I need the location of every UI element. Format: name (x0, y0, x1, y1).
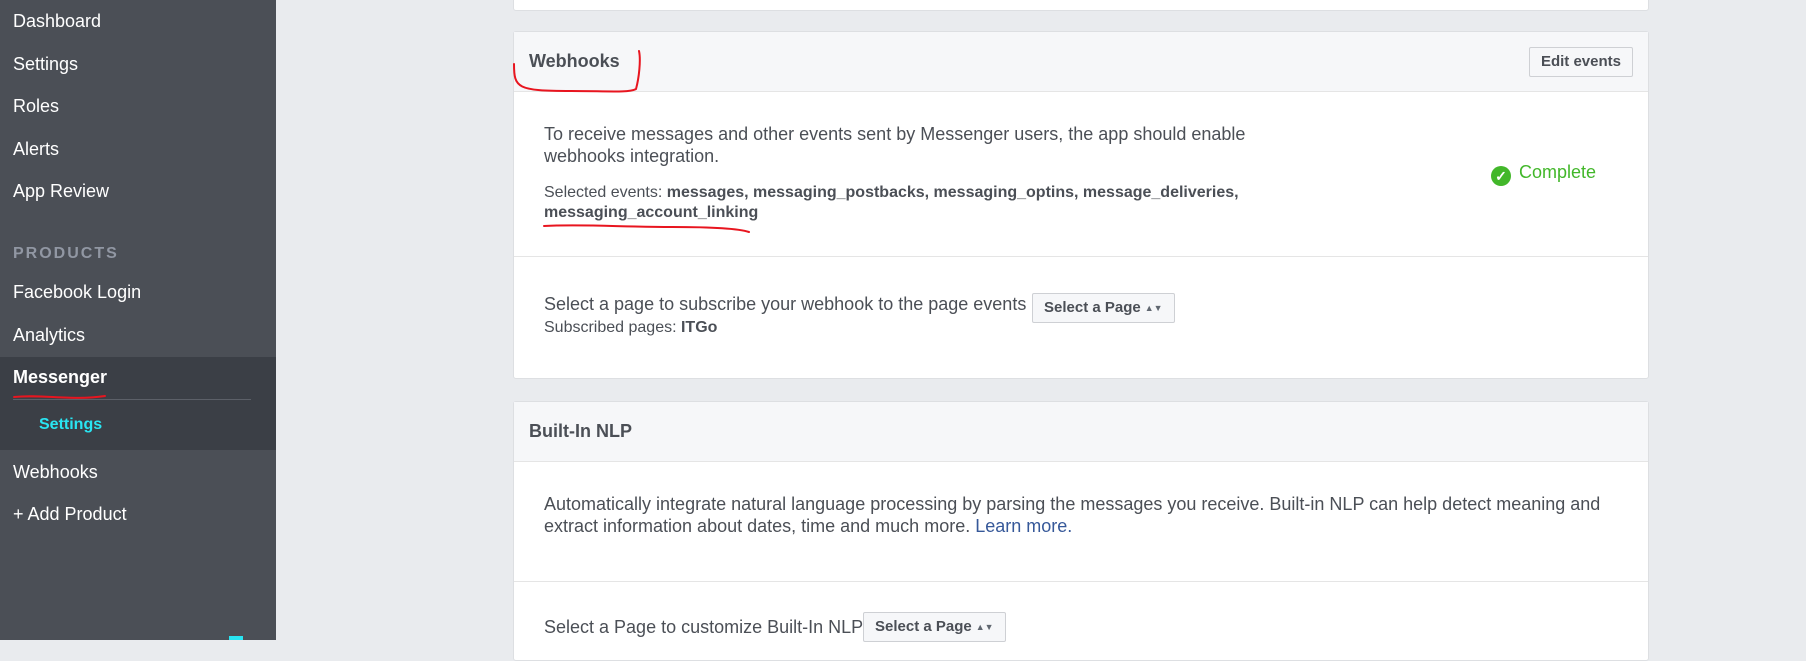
select-page-label: Select a Page (1044, 299, 1141, 316)
customize-nlp-text: Select a Page to customize Built-In NLP (544, 617, 864, 637)
selected-events: Selected events: messages, messaging_pos… (544, 183, 1264, 223)
sidebar-subitem-messenger-settings[interactable]: Settings (39, 416, 102, 434)
sidebar-item-settings[interactable]: Settings (13, 54, 78, 75)
sort-arrows-icon: ▲▼ (975, 622, 994, 632)
status-label: Complete (1519, 162, 1597, 182)
subscribe-text: Select a page to subscribe your webhook … (544, 294, 1027, 314)
sidebar-item-add-product[interactable]: + Add Product (13, 504, 127, 525)
selected-events-list-2: messaging_account_linking (544, 204, 759, 221)
nlp-select-page-dropdown[interactable]: Select a Page ▲▼ (863, 612, 1006, 642)
nlp-card-header: Built-In NLP (514, 402, 1648, 462)
sidebar-item-alerts[interactable]: Alerts (13, 139, 59, 160)
webhooks-card: Webhooks Edit events To receive messages… (513, 31, 1649, 379)
nlp-divider (514, 581, 1648, 582)
scroll-indicator (229, 636, 243, 640)
select-page-dropdown[interactable]: Select a Page ▲▼ (1032, 293, 1175, 323)
sidebar-item-webhooks[interactable]: Webhooks (13, 462, 98, 483)
selected-events-list: messages, messaging_postbacks, messaging… (666, 184, 1239, 201)
subscribed-pages-label: Subscribed pages: (544, 319, 677, 336)
previous-card (513, 0, 1649, 11)
built-in-nlp-card: Built-In NLP Automatically integrate nat… (513, 401, 1649, 661)
webhooks-description: To receive messages and other events sen… (544, 124, 1246, 166)
edit-events-button[interactable]: Edit events (1528, 47, 1633, 77)
sort-arrows-icon: ▲▼ (1144, 303, 1163, 313)
subscribed-pages: Subscribed pages: ITGo (544, 318, 717, 338)
sidebar: Dashboard Settings Roles Alerts App Revi… (0, 0, 276, 640)
sidebar-item-roles[interactable]: Roles (13, 96, 59, 117)
status-badge: ✓ Complete (1491, 162, 1596, 186)
sidebar-item-facebook-login[interactable]: Facebook Login (13, 282, 141, 303)
check-circle-icon: ✓ (1491, 166, 1511, 186)
nlp-description: Automatically integrate natural language… (544, 493, 1614, 537)
sidebar-item-messenger[interactable]: Messenger (13, 367, 107, 388)
selected-events-label: Selected events: (544, 184, 663, 201)
nlp-select-page-label: Select a Page (875, 618, 972, 635)
products-section-label: PRODUCTS (13, 245, 119, 262)
webhooks-title: Webhooks (529, 51, 620, 71)
subscribed-pages-value: ITGo (680, 319, 718, 336)
nlp-title: Built-In NLP (529, 421, 632, 441)
webhooks-card-header: Webhooks Edit events (514, 32, 1648, 92)
sidebar-item-app-review[interactable]: App Review (13, 181, 109, 202)
sidebar-item-analytics[interactable]: Analytics (13, 325, 85, 346)
learn-more-link[interactable]: Learn more. (975, 516, 1072, 536)
webhooks-divider (514, 256, 1648, 257)
sidebar-item-dashboard[interactable]: Dashboard (13, 11, 101, 32)
submenu-divider (13, 399, 251, 400)
